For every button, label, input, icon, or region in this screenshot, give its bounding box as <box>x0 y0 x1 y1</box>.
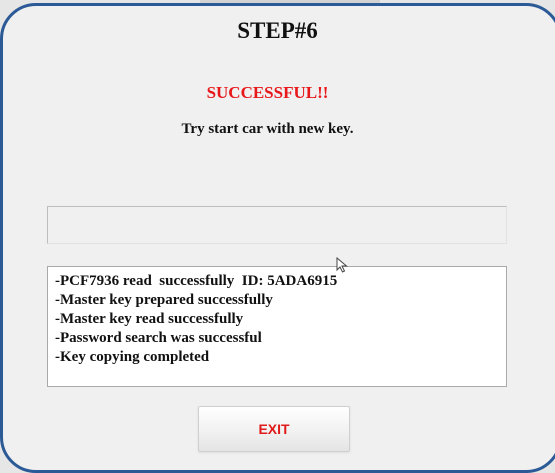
status-field <box>47 206 507 244</box>
operation-log[interactable]: -PCF7936 read successfully ID: 5ADA6915 … <box>47 266 507 387</box>
success-status-text: SUCCESSFUL!! <box>206 83 329 102</box>
log-line: -Key copying completed <box>55 349 210 365</box>
log-line: -Master key read successfully <box>55 311 244 327</box>
log-line: -Master key prepared successfully <box>55 292 273 308</box>
log-line: -PCF7936 read successfully ID: 5ADA6915 <box>55 273 338 289</box>
exit-button[interactable]: EXIT <box>198 406 350 452</box>
step-title: STEP#6 <box>237 18 318 43</box>
log-line: -Password search was successful <box>55 330 262 346</box>
mouse-pointer-icon <box>336 257 348 273</box>
instruction-text: Try start car with new key. <box>181 121 354 137</box>
